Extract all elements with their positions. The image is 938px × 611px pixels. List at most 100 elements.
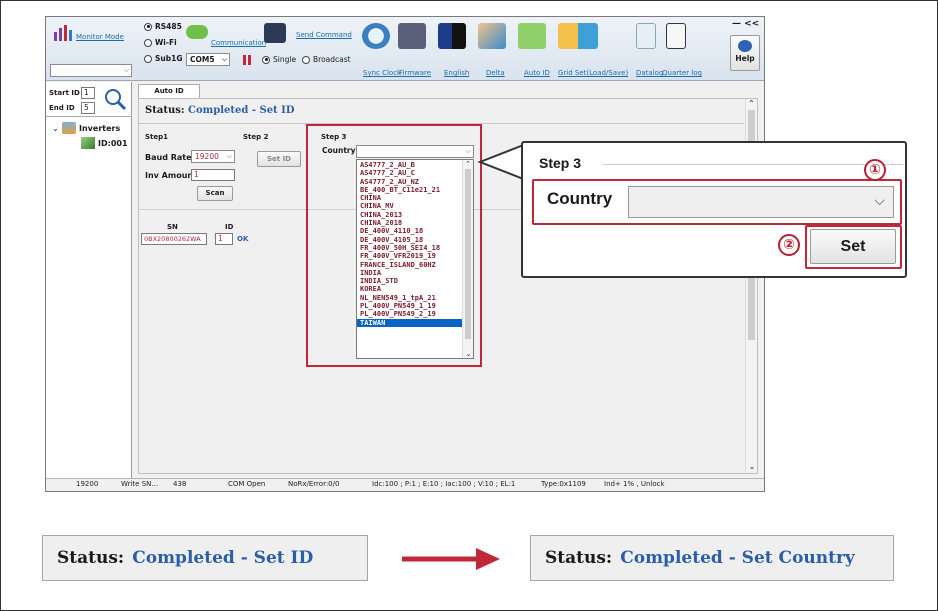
start-id-label: Start ID bbox=[49, 89, 80, 97]
statusbar-counter: 438 bbox=[173, 480, 187, 488]
start-id-input[interactable]: 1 bbox=[81, 87, 95, 99]
radio-broadcast[interactable]: Broadcast bbox=[302, 55, 351, 64]
dropdown-scroll-down-icon[interactable]: ⌄ bbox=[463, 350, 474, 358]
radio-rs485[interactable]: RS485 bbox=[144, 22, 182, 31]
pause-icon[interactable] bbox=[242, 55, 252, 65]
inv-amount-input[interactable]: 1 bbox=[191, 169, 235, 181]
scroll-up-icon[interactable]: ⌃ bbox=[746, 99, 757, 108]
monitor-mode-select[interactable]: ⌵ bbox=[50, 64, 132, 77]
country-option[interactable]: CHINA_2013 bbox=[357, 211, 463, 219]
dropdown-scroll-thumb[interactable] bbox=[465, 169, 471, 339]
tree-item-id001[interactable]: ID:001 bbox=[98, 139, 128, 148]
country-option[interactable]: CHINA_MV bbox=[357, 202, 463, 210]
toolbar: Monitor Mode ⌵ RS485 Wi-Fi Sub1G Communi… bbox=[46, 17, 764, 81]
country-option[interactable]: KOREA bbox=[357, 285, 463, 293]
country-option[interactable]: AS4777_2_AU_NZ bbox=[357, 178, 463, 186]
country-option[interactable]: PL_400V_PN549_2_19 bbox=[357, 310, 463, 318]
country-option[interactable]: NL_NEN549_1_tpA_21 bbox=[357, 294, 463, 302]
country-option[interactable]: FR_400V_VFR2019_19 bbox=[357, 252, 463, 260]
id-header: ID bbox=[225, 223, 234, 231]
ok-label: OK bbox=[237, 235, 249, 243]
language-flag-icon[interactable] bbox=[438, 23, 466, 49]
auto-id-link[interactable]: Auto ID bbox=[524, 69, 550, 77]
quarter-log-link[interactable]: Quarter log bbox=[662, 69, 702, 77]
tree-expand-icon[interactable]: ⌄ bbox=[52, 124, 59, 133]
sync-clock-icon[interactable] bbox=[362, 23, 390, 49]
english-link[interactable]: English bbox=[444, 69, 469, 77]
status-before: Status: Completed - Set ID bbox=[42, 535, 368, 581]
country-option[interactable]: DE_400V_4110_18 bbox=[357, 227, 463, 235]
step2-label: Step 2 bbox=[243, 133, 269, 141]
send-command-link[interactable]: Send Command bbox=[296, 31, 352, 39]
id-input[interactable]: 1 bbox=[215, 233, 233, 245]
quarter-log-icon[interactable] bbox=[666, 23, 686, 49]
statusbar-params: Idc:100 ; P:1 ; E:10 ; Iac:100 ; V:10 ; … bbox=[372, 480, 516, 488]
country-option[interactable]: AS4777_2_AU_C bbox=[357, 169, 463, 177]
inv-amount-label: Inv Amount bbox=[145, 171, 197, 180]
status-value: Completed - Set ID bbox=[188, 105, 295, 116]
step3-callout: Step 3 Country ⌵ Set bbox=[521, 141, 907, 278]
callout-chevron-down-icon: ⌵ bbox=[874, 193, 885, 209]
country-dropdown-list[interactable]: AS4777_2_AU_B AS4777_2_AU_C AS4777_2_AU_NZ… bbox=[356, 159, 474, 359]
status-after: Status: Completed - Set Country bbox=[530, 535, 894, 581]
callout-step3-title: Step 3 bbox=[539, 155, 582, 171]
tree-root-inverters[interactable]: Inverters bbox=[79, 124, 120, 133]
callout-country-select[interactable]: ⌵ bbox=[628, 186, 894, 218]
country-option[interactable]: CHINA bbox=[357, 194, 463, 202]
grid-set-link[interactable]: Grid Set(Load/Save) bbox=[558, 69, 628, 77]
monitor-mode-icon[interactable] bbox=[52, 23, 74, 43]
step1-label: Step1 bbox=[145, 133, 169, 141]
country-option[interactable]: DE_400V_4105_18 bbox=[357, 236, 463, 244]
radio-wifi[interactable]: Wi-Fi bbox=[144, 38, 177, 47]
communication-link[interactable]: Communication bbox=[211, 39, 266, 47]
radio-sub1g[interactable]: Sub1G bbox=[144, 54, 182, 63]
country-select[interactable]: ⌵ bbox=[356, 145, 474, 158]
statusbar-action: Write SN... bbox=[121, 480, 159, 488]
country-option[interactable]: FR_400V_50H_SEI4_18 bbox=[357, 244, 463, 252]
firmware-link[interactable]: Firmware bbox=[399, 69, 431, 77]
scan-button[interactable]: Scan bbox=[197, 186, 233, 201]
callout-set-button[interactable]: Set bbox=[810, 229, 896, 264]
end-id-input[interactable]: 5 bbox=[81, 102, 95, 114]
inverters-folder-icon bbox=[62, 122, 76, 134]
search-icon[interactable] bbox=[102, 86, 128, 112]
delta-icon[interactable] bbox=[478, 23, 506, 49]
datalog-link[interactable]: Datalog bbox=[636, 69, 663, 77]
country-option[interactable]: PL_400V_PN549_1_19 bbox=[357, 302, 463, 310]
auto-id-icon[interactable] bbox=[518, 23, 546, 49]
country-option[interactable]: FRANCE_ISLAND_60HZ bbox=[357, 261, 463, 269]
com-port-select[interactable]: COM5 ⌵ bbox=[186, 53, 230, 66]
radio-single[interactable]: Single bbox=[262, 55, 296, 64]
country-option[interactable]: INDIA bbox=[357, 269, 463, 277]
country-option[interactable]: BE_400_BT_C11e21_21 bbox=[357, 186, 463, 194]
inverter-device-icon bbox=[81, 137, 95, 149]
send-command-icon[interactable] bbox=[264, 23, 286, 43]
status-before-value: Completed - Set ID bbox=[132, 548, 314, 568]
callout-country-label: Country bbox=[547, 189, 613, 208]
statusbar-unlock: Ind+ 1% , Unlock bbox=[604, 480, 665, 488]
scroll-down-icon[interactable]: ⌄ bbox=[746, 462, 758, 471]
grid-set-icon[interactable] bbox=[558, 23, 598, 49]
baud-rate-select[interactable]: 19200 ⌵ bbox=[191, 150, 235, 163]
delta-link[interactable]: Delta bbox=[486, 69, 505, 77]
country-option[interactable]: AS4777_2_AU_B bbox=[357, 161, 463, 169]
monitor-mode-link[interactable]: Monitor Mode bbox=[76, 33, 124, 41]
baud-rate-label: Baud Rate bbox=[145, 153, 192, 162]
status-after-value: Completed - Set Country bbox=[620, 548, 855, 568]
datalog-icon[interactable] bbox=[636, 23, 656, 49]
window-controls[interactable]: — << bbox=[732, 19, 759, 29]
tab-auto-id[interactable]: Auto ID bbox=[138, 84, 200, 98]
statusbar-errors: NoRx/Error:0/0 bbox=[288, 480, 340, 488]
firmware-icon[interactable] bbox=[398, 23, 426, 49]
set-id-button[interactable]: Set ID bbox=[257, 151, 301, 167]
help-button[interactable]: Help bbox=[730, 35, 760, 71]
country-option[interactable]: CHINA_2018 bbox=[357, 219, 463, 227]
country-option[interactable]: TAIWAN bbox=[357, 318, 463, 327]
sync-clock-link[interactable]: Sync Clock bbox=[363, 69, 401, 77]
chat-bubble-icon bbox=[186, 25, 208, 39]
step3-country-label: Country bbox=[322, 146, 356, 155]
marker-2-icon: ② bbox=[778, 234, 800, 256]
statusbar-type: Type:0x1109 bbox=[541, 480, 586, 488]
sn-input[interactable]: 0BX20800262WA bbox=[141, 233, 207, 245]
country-option[interactable]: INDIA_STD bbox=[357, 277, 463, 285]
